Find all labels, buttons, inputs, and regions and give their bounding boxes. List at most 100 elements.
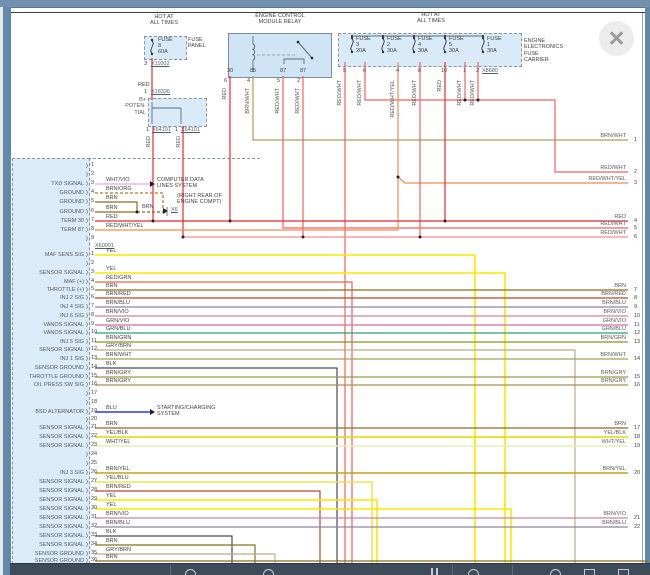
wire-color-label: YEL [106,502,116,508]
pin-signal-label: BSD ALTERNATOR [35,409,84,415]
pin-socket-symbol: ) [86,339,88,345]
pin-signal-label: GROUND [60,199,84,205]
close-icon: × [609,25,625,52]
pin-socket-symbol: ) [86,488,88,494]
wire-exit-label: BRN/BLU [602,520,626,526]
pin-socket-symbol: ) [86,199,88,205]
pin-socket-symbol: ) [86,252,88,258]
carrier-pin-number: 2 [476,68,479,74]
square-icon-2[interactable] [618,569,629,575]
pin-socket-symbol: ) [86,533,88,539]
wire-color-label-vertical: RED/WHT [337,80,343,106]
wire-exit-number: 11 [634,322,640,328]
wire-exit-number: 2 [634,169,637,175]
pin-number: 3 [91,269,94,275]
wire-color-label: BRN/VIO [106,511,129,517]
pin-socket-symbol: ) [86,270,88,276]
pin-socket-symbol: ) [86,190,88,196]
pin-signal-label: OIL PRESS SW SIG [34,382,84,388]
wire-exit-number: 19 [634,443,640,449]
pin-number: 20 [91,416,97,422]
circle-icon-2[interactable] [263,569,274,575]
wire-exit-label: BRN [614,421,626,427]
fuse-amps: 30A [487,48,497,54]
toolbar-separator [512,565,513,575]
pin-number: 21 [91,424,97,430]
pin-signal-label: INJ 3 SIG [60,470,84,476]
wire-exit-number: 15 [634,374,640,380]
wire-exit-label: BRN/BLU [602,300,626,306]
wire-color-label: BRN/GRY [106,370,131,376]
square-icon[interactable] [584,569,595,575]
wire-color-label: RED [138,82,150,88]
wire-color-label: RED [106,214,118,220]
pin-signal-label: INJ 6 SIG [60,313,84,319]
pin-signal-label: SENSOR SIGNAL [39,443,84,449]
pin-signal-label: TERM 87 [61,227,84,233]
relay-title: ENGINE CONTROL MODULE RELAY [234,13,326,26]
relay-pin-number: 30 [227,68,233,74]
wire-exit-number: 18 [634,434,640,440]
wire-exit-label: BRN/GRN [601,335,626,341]
pin-signal-label: THROTTLE (+) [47,287,84,293]
pin-socket-symbol: ) [86,356,88,362]
wire-color-label: BRN/GRN [106,335,131,341]
pin-signal-label: SENSOR GROUND [35,365,84,371]
wire-exit-label: RED/WHT [600,165,626,171]
carrier-pin-number: 1 [463,68,466,74]
pin-number: 34 [91,541,97,547]
wire-exit-number: 12 [634,330,640,336]
relay-pin-number: 87 [300,68,306,74]
pin-signal-label: INJ 2 SIG [60,295,84,301]
circle-icon[interactable] [185,569,196,575]
pin-signal-label: INJ 4 SIG [60,304,84,310]
pin-number: 30 [91,505,97,511]
bplus-out-pin: 1 [175,127,178,133]
wire-color-label: BLK [106,529,116,535]
wire-color-label-vertical: RED/WHT [412,80,418,106]
pin-signal-label: SENSOR SIGNAL [39,270,84,276]
wire-exit-label: GRN/VIO [603,318,626,324]
pause-icon[interactable] [436,568,438,575]
close-button[interactable]: × [599,21,634,56]
pin-socket-symbol: ) [86,181,88,187]
wire-color-label-vertical: RED [176,136,182,148]
pin-number: 26 [91,469,97,475]
pin-number: 15 [91,373,97,379]
wire-exit-label: BRN/GRY [601,370,626,376]
carrier-pin-number: 10 [441,68,447,74]
pin-signal-label: INJ 5 SIG [60,339,84,345]
wire-color-label: BRN/ORG [106,186,132,192]
wire-color-label: BRN/WHT [106,352,132,358]
wire-color-label: WHT/VIO [106,177,130,183]
wire-color-label: YEL [106,248,116,254]
pin-signal-label: SENSOR SIGNAL [39,425,84,431]
fuse-panel-pin: 3 [144,61,147,67]
wire-color-label: BLU [106,405,117,411]
pin-number: 31 [91,514,97,520]
wire-exit-number: 21 [634,515,640,521]
wire-exit-label: WHT/YEL [602,439,626,445]
wire-exit-label: GRN/BLU [602,326,626,332]
pin-signal-label: SENSOR SIGNAL [39,488,84,494]
pin-number: 4 [91,278,94,284]
relay-terminal-number: 2 [297,78,300,84]
carrier-pin-number: 4 [396,68,399,74]
carrier-pin-number: 6 [363,68,366,74]
wire-color-label: GRN/BLU [106,326,130,332]
wire-color-label: WHT/YEL [106,439,130,445]
pin-signal-label: SENSOR SIGNAL [39,524,84,530]
wire-color-label: YEL [106,266,116,272]
wire-exit-number: 7 [634,287,637,293]
pin-socket-symbol: ) [86,506,88,512]
pause-icon[interactable] [431,568,433,575]
carrier-pin-number: 8 [418,68,421,74]
dot-icon[interactable] [468,569,479,575]
wire-color-label-vertical: RED/WHT [295,88,301,114]
pin-socket-symbol: ) [86,295,88,301]
help-icon[interactable] [550,569,561,575]
pin-number: 22 [91,433,97,439]
connector-x18326: X18326 [151,89,170,95]
wire-color-label: BRN/BLU [106,520,130,526]
wire-color-label: YEL/BLK [106,430,128,436]
